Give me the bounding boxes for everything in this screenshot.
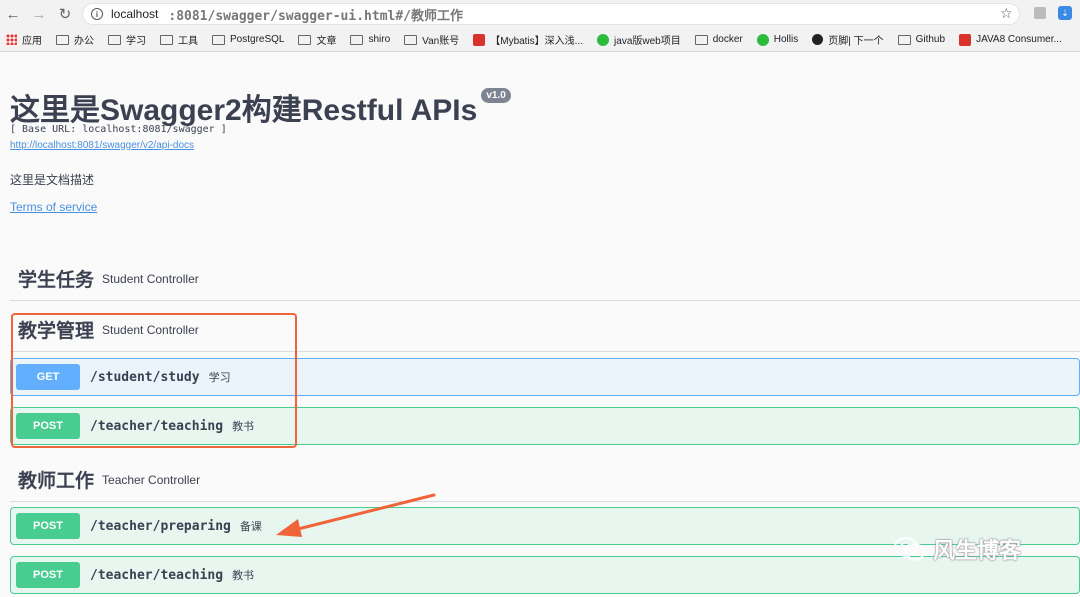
bookmark-label: docker xyxy=(712,34,743,45)
page-title: 这里是Swagger2构建Restful APIs xyxy=(10,94,478,127)
operation-path: /teacher/preparing xyxy=(90,518,231,534)
bookmark-apps[interactable]: 应用 xyxy=(6,32,42,47)
bookmark-folder[interactable]: PostgreSQL xyxy=(212,34,284,45)
bookmark-star-icon[interactable]: ☆ xyxy=(1000,5,1013,22)
info-header: 这里是Swagger2构建Restful APIs v1.0 xyxy=(10,85,511,129)
operation-path: /teacher/teaching xyxy=(90,567,224,583)
operation-summary: 教书 xyxy=(232,570,255,582)
info-icon[interactable]: i xyxy=(91,8,103,20)
wechat-icon xyxy=(894,537,925,561)
folder-icon xyxy=(897,34,911,45)
address-bar[interactable]: i localhost :8081/swagger/swagger-ui.html… xyxy=(82,3,1020,25)
folder-icon xyxy=(108,34,121,45)
bookmark-label: 页脚| 下一个 xyxy=(828,36,884,47)
bookmark-folder[interactable]: 文章 xyxy=(298,32,336,47)
method-badge: POST xyxy=(16,562,80,588)
bookmark-label: 办公 xyxy=(74,36,94,47)
tag-section-student-tasks[interactable]: 学生任务 Student Controller xyxy=(10,257,1080,301)
bookmark-folder[interactable]: shiro xyxy=(350,34,390,45)
folder-icon xyxy=(56,34,69,45)
notion-icon xyxy=(812,34,824,45)
base-url: [ Base URL: localhost:8081/swagger ] xyxy=(10,124,227,135)
bookmark-folder[interactable]: 办公 xyxy=(56,32,94,47)
api-description: 这里是文档描述 xyxy=(10,173,95,187)
back-arrow-icon[interactable]: ← xyxy=(0,0,26,28)
wechat-icon xyxy=(756,33,769,46)
bookmark-label: Github xyxy=(915,34,946,45)
watermark-text: 风生博客 xyxy=(933,538,1022,563)
operation-summary: 教书 xyxy=(232,421,255,433)
bookmark-folder[interactable]: 学习 xyxy=(108,32,146,47)
url-host: localhost xyxy=(111,7,159,21)
reload-icon[interactable]: ↻ xyxy=(52,0,78,28)
tag-description: Student Controller xyxy=(102,322,199,337)
bookmark-folder[interactable]: Van账号 xyxy=(404,32,459,47)
tag-name: 教学管理 xyxy=(18,321,95,342)
operation-summary: 学习 xyxy=(208,372,231,384)
bookmark-label: 应用 xyxy=(22,36,42,47)
bookmark-label: JAVA8 Consumer... xyxy=(976,34,1062,45)
bookmark-label: Hollis xyxy=(773,34,799,45)
bookmark-label: 文章 xyxy=(316,36,337,47)
bookmarks-bar: 应用 办公 学习 工具 PostgreSQL 文章 shiro Van账号 【M… xyxy=(0,28,1080,52)
extension-icon[interactable]: ⇣ xyxy=(1058,6,1072,20)
bookmark-label: 学习 xyxy=(126,36,146,47)
operation-post-teacher-teaching[interactable]: POST /teacher/teaching 教书 xyxy=(10,407,1080,445)
folder-icon xyxy=(350,34,364,45)
bookmark-link[interactable]: JAVA8 Consumer... xyxy=(959,33,1062,46)
tag-description: Student Controller xyxy=(102,271,199,286)
bookmark-folder[interactable]: 工具 xyxy=(160,32,198,47)
url-path: :8081/swagger/swagger-ui.html#/教师工作 xyxy=(168,8,464,24)
tag-name: 学生任务 xyxy=(18,270,95,291)
bookmark-folder[interactable]: docker xyxy=(694,34,743,45)
extension-icon[interactable] xyxy=(1034,7,1046,19)
bookmark-link[interactable]: java版web项目 xyxy=(597,32,681,47)
tag-section-teacher-work[interactable]: 教师工作 Teacher Controller xyxy=(10,458,1080,502)
method-badge: POST xyxy=(16,513,80,539)
tag-section-teaching-management[interactable]: 教学管理 Student Controller xyxy=(10,308,1080,352)
folder-icon xyxy=(298,34,312,45)
bookmark-folder[interactable]: Github xyxy=(897,34,946,45)
method-badge: POST xyxy=(16,413,80,439)
bookmark-label: 【Mybatis】深入浅... xyxy=(490,36,584,47)
version-badge: v1.0 xyxy=(481,88,511,103)
bookmark-label: shiro xyxy=(368,34,391,45)
bookmark-link[interactable]: Hollis xyxy=(756,33,799,46)
folder-icon xyxy=(404,34,418,45)
bookmark-link[interactable]: 【Mybatis】深入浅... xyxy=(473,32,583,47)
apps-grid-icon xyxy=(6,34,17,45)
bookmark-link[interactable]: 页脚| 下一个 xyxy=(812,32,884,47)
swagger-page: 这里是Swagger2构建Restful APIs v1.0 [ Base UR… xyxy=(0,53,1080,597)
tag-name: 教师工作 xyxy=(18,471,95,492)
bookmark-label: 工具 xyxy=(178,36,198,47)
folder-icon xyxy=(212,34,225,45)
wechat-icon xyxy=(597,33,610,46)
csdn-icon xyxy=(473,33,486,46)
bookmark-label: Van账号 xyxy=(422,36,460,47)
operation-path: /teacher/teaching xyxy=(90,418,224,434)
folder-icon xyxy=(160,34,173,45)
api-docs-link[interactable]: http://localhost:8081/swagger/v2/api-doc… xyxy=(10,140,194,151)
operation-get-student-study[interactable]: GET /student/study 学习 xyxy=(10,358,1080,396)
terms-of-service-link[interactable]: Terms of service xyxy=(10,200,97,214)
csdn-icon xyxy=(959,33,972,46)
tag-description: Teacher Controller xyxy=(102,472,201,487)
forward-arrow-icon[interactable]: → xyxy=(26,0,52,28)
folder-icon xyxy=(694,34,708,45)
bookmark-label: PostgreSQL xyxy=(230,34,285,45)
annotation-arrow-icon xyxy=(276,493,436,537)
operation-summary: 备课 xyxy=(239,521,262,533)
bookmark-label: java版web项目 xyxy=(614,36,681,47)
method-badge: GET xyxy=(16,364,80,390)
operation-path: /student/study xyxy=(90,369,200,385)
watermark: 风生博客 xyxy=(893,533,1021,565)
